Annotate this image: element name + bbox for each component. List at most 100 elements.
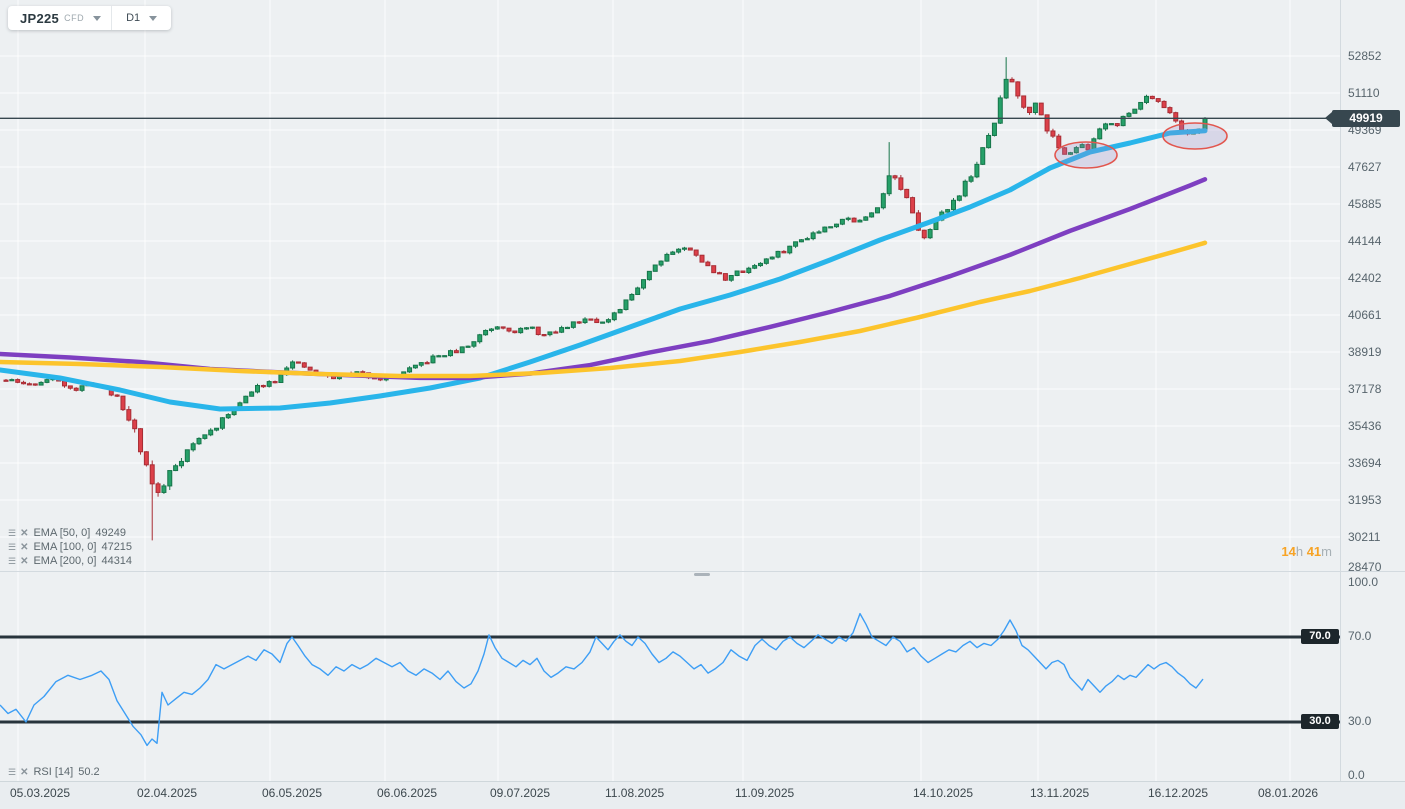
candle <box>494 326 500 330</box>
candle <box>945 209 951 213</box>
candle <box>863 216 869 221</box>
candle <box>962 180 968 197</box>
candle <box>120 395 126 411</box>
candle <box>1097 128 1103 140</box>
candle <box>219 417 225 429</box>
candle <box>997 97 1003 124</box>
candle <box>1015 81 1021 97</box>
candle <box>711 265 717 274</box>
candle <box>266 381 272 387</box>
candle <box>722 273 728 281</box>
candle <box>518 327 524 334</box>
ema50-value: 49249 <box>95 527 126 539</box>
candle <box>430 355 436 364</box>
candle <box>793 241 799 247</box>
candle <box>38 381 44 386</box>
rsi-oversold-badge: 30.0 <box>1301 714 1339 729</box>
candle <box>757 262 763 267</box>
indicator-settings-icon[interactable]: ☰ <box>8 542 16 553</box>
symbol-selector[interactable]: JP225 CFD D1 <box>8 6 172 30</box>
timeframe-selector[interactable]: D1 <box>126 12 140 24</box>
panel-divider-handle[interactable] <box>694 573 710 576</box>
candle <box>506 327 512 332</box>
ema200-label: EMA [200, 0] <box>33 555 97 567</box>
timer-minutes: 41 <box>1306 544 1322 559</box>
candle <box>9 379 15 382</box>
candle-countdown-timer: 14h 41m <box>1281 544 1332 559</box>
candle <box>243 395 249 404</box>
indicator-settings-icon[interactable]: ☰ <box>8 556 16 567</box>
candle <box>968 176 974 182</box>
candle <box>910 197 916 214</box>
candle <box>828 226 834 229</box>
candle <box>61 380 67 387</box>
candle <box>307 366 313 371</box>
candle <box>769 256 775 260</box>
ema200-legend: ☰ ✕ EMA [200, 0] 44314 <box>8 555 132 567</box>
price-axis-label: 35436 <box>1348 418 1382 433</box>
candle <box>804 238 810 241</box>
candle <box>921 229 927 239</box>
candle <box>740 270 746 273</box>
candle <box>886 175 892 195</box>
candle <box>641 279 647 289</box>
candle <box>699 254 705 263</box>
candle <box>991 122 997 136</box>
chevron-down-icon[interactable] <box>149 15 158 21</box>
candle <box>605 319 611 323</box>
candle <box>442 355 448 358</box>
candle <box>126 409 132 421</box>
candle <box>845 217 851 220</box>
candle <box>1132 108 1138 114</box>
candle <box>471 341 477 347</box>
candle <box>295 361 301 364</box>
candle <box>225 414 231 419</box>
candle <box>980 147 986 165</box>
indicator-close-icon[interactable]: ✕ <box>20 556 28 567</box>
candle <box>3 379 9 382</box>
candle <box>541 334 547 337</box>
rsi-axis-70: 70.0 <box>1348 629 1372 643</box>
candle <box>582 318 588 324</box>
candle <box>1155 98 1161 102</box>
candle <box>693 249 699 256</box>
ema50-legend: ☰ ✕ EMA [50, 0] 49249 <box>8 527 126 539</box>
candle <box>1149 95 1155 100</box>
candle <box>178 460 184 467</box>
price-axis-label: 45885 <box>1348 197 1382 212</box>
candle <box>787 245 793 254</box>
candle <box>810 232 816 240</box>
candle <box>202 434 208 439</box>
candle <box>149 464 155 485</box>
candle <box>869 212 875 218</box>
panel-divider[interactable] <box>0 571 1405 572</box>
candle <box>617 309 623 314</box>
indicator-close-icon[interactable]: ✕ <box>20 528 28 539</box>
candle <box>448 350 454 357</box>
price-axis-label: 30211 <box>1348 529 1381 544</box>
price-axis-label: 33694 <box>1348 455 1382 470</box>
indicator-close-icon[interactable]: ✕ <box>20 542 28 553</box>
candle <box>1114 123 1120 127</box>
indicator-close-icon[interactable]: ✕ <box>20 767 28 778</box>
candle <box>927 229 933 239</box>
indicator-settings-icon[interactable]: ☰ <box>8 767 16 778</box>
candle <box>512 330 518 334</box>
candle <box>986 134 992 149</box>
candle <box>734 270 740 276</box>
chart-canvas[interactable] <box>0 0 1405 781</box>
chevron-down-icon[interactable] <box>93 15 102 21</box>
candle <box>834 223 840 228</box>
candle <box>254 384 260 393</box>
candle <box>529 326 535 329</box>
candle <box>564 326 570 330</box>
candle <box>676 248 682 253</box>
candle <box>360 371 366 374</box>
candle <box>1126 112 1132 117</box>
candle <box>629 293 635 301</box>
candle <box>851 217 857 223</box>
candle <box>500 326 506 329</box>
candle <box>407 367 413 373</box>
rsi-value: 50.2 <box>78 766 100 778</box>
indicator-settings-icon[interactable]: ☰ <box>8 528 16 539</box>
